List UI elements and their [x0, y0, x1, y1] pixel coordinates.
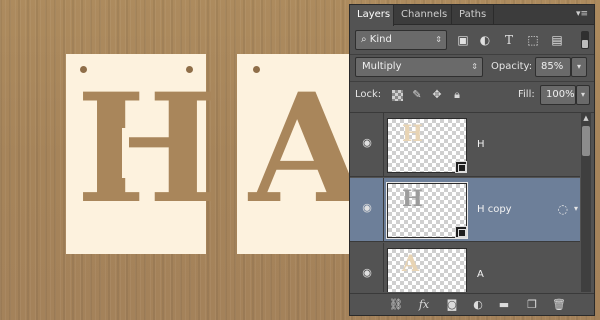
adjustment-filter-icon[interactable]: ◐	[477, 32, 493, 48]
smart-object-icon	[455, 161, 467, 173]
layer-name[interactable]: H	[477, 139, 485, 150]
fill-input[interactable]: 100%	[540, 85, 576, 105]
scroll-thumb[interactable]	[582, 126, 590, 156]
fx-icon[interactable]: fx	[416, 298, 432, 312]
layer-thumbnail: H	[386, 182, 468, 239]
divider	[350, 81, 594, 82]
filter-kind-label: Kind	[369, 34, 392, 45]
smart-object-filter-icon[interactable]: ▤	[549, 32, 565, 48]
expand-effects-icon[interactable]: ▾	[574, 204, 578, 213]
stencil-letter-h: H	[76, 61, 218, 237]
blend-row: Multiply ⇕ Opacity: 85% ▾	[355, 57, 589, 79]
opacity-dropdown-button[interactable]: ▾	[571, 57, 587, 77]
stencil-card-a: A	[237, 54, 365, 254]
thumbnail-glyph: H	[402, 186, 423, 212]
eye-icon[interactable]: ◉	[360, 202, 374, 213]
layer-name[interactable]: A	[477, 269, 484, 280]
blend-mode-select[interactable]: Multiply ⇕	[355, 57, 483, 77]
type-filter-icon[interactable]: T	[501, 32, 517, 48]
divider	[350, 54, 594, 55]
stencil-letter-a: A	[249, 61, 366, 237]
stencil-bridge	[122, 128, 129, 178]
layer-thumbnail: H	[387, 118, 467, 173]
thumbnail-glyph: H	[402, 121, 423, 147]
layer-thumbnail: A	[387, 248, 467, 292]
layers-scrollbar[interactable]: ▲	[581, 112, 591, 292]
lock-position-icon[interactable]: ✥	[430, 88, 444, 102]
filter-kind-select[interactable]: ⌕ Kind ⇕	[355, 30, 447, 50]
thumbnail-glyph: A	[402, 251, 420, 277]
search-icon: ⌕	[361, 34, 370, 45]
lock-transparency-icon[interactable]	[392, 90, 403, 101]
panel-tab-bar: Layers Channels Paths ▾≡	[350, 5, 594, 26]
scroll-up-icon[interactable]: ▲	[581, 114, 591, 122]
visibility-cell[interactable]: ◉	[350, 178, 384, 242]
folder-icon[interactable]: ▬	[496, 298, 512, 312]
tab-layers[interactable]: Layers	[350, 5, 394, 26]
opacity-label: Opacity:	[491, 61, 533, 72]
visibility-cell[interactable]: ◉	[350, 113, 384, 177]
image-filter-icon[interactable]: ▣	[455, 32, 471, 48]
lock-image-icon[interactable]: ✎	[410, 88, 424, 102]
layer-row[interactable]: ◉ H H	[350, 113, 580, 177]
link-icon[interactable]: ⛓	[388, 298, 404, 312]
visibility-cell[interactable]: ◉	[350, 243, 384, 292]
lock-row: Lock: ✎ ✥ 🔒︎ Fill: 100% ▾	[355, 85, 590, 107]
fill-dropdown-button[interactable]: ▾	[576, 85, 590, 105]
adjustment-icon[interactable]: ◐	[470, 298, 486, 312]
tab-paths[interactable]: Paths	[452, 5, 494, 25]
layer-row-selected[interactable]: ◉ H H copy ◌ ▾	[350, 178, 580, 242]
layer-effects-icon[interactable]: ◌	[558, 202, 568, 216]
tab-channels[interactable]: Channels	[394, 5, 452, 25]
panel-footer: ⛓ fx ◙ ◐ ▬ ❐ 🗑︎	[350, 293, 594, 315]
lock-all-icon[interactable]: 🔒︎	[450, 88, 464, 102]
fill-label: Fill:	[518, 89, 535, 100]
opacity-input[interactable]: 85%	[535, 57, 571, 77]
new-layer-icon[interactable]: ❐	[524, 298, 540, 312]
stencil-card-h: H	[66, 54, 218, 254]
chevron-updown-icon: ⇕	[435, 35, 442, 44]
filter-row: ⌕ Kind ⇕ ▣ ◐ T ⬚ ▤	[355, 30, 589, 52]
smart-object-icon	[455, 226, 467, 238]
layer-row[interactable]: ◉ A A	[350, 243, 580, 292]
blend-mode-value: Multiply	[362, 61, 402, 72]
layer-name[interactable]: H copy	[477, 204, 512, 215]
lock-label: Lock:	[355, 89, 382, 100]
panel-menu-icon[interactable]: ▾≡	[576, 9, 588, 19]
eye-icon[interactable]: ◉	[360, 267, 374, 278]
filter-toggle-switch[interactable]	[581, 31, 589, 49]
trash-icon[interactable]: 🗑︎	[551, 298, 567, 312]
layers-panel: Layers Channels Paths ▾≡ ⌕ Kind ⇕ ▣ ◐ T …	[349, 4, 595, 316]
eye-icon[interactable]: ◉	[360, 137, 374, 148]
layers-list: ◉ H H ◉ H H copy ◌ ▾ ◉ A A	[350, 112, 594, 292]
chevron-updown-icon: ⇕	[471, 62, 478, 71]
shape-filter-icon[interactable]: ⬚	[525, 32, 541, 48]
mask-icon[interactable]: ◙	[444, 298, 460, 312]
